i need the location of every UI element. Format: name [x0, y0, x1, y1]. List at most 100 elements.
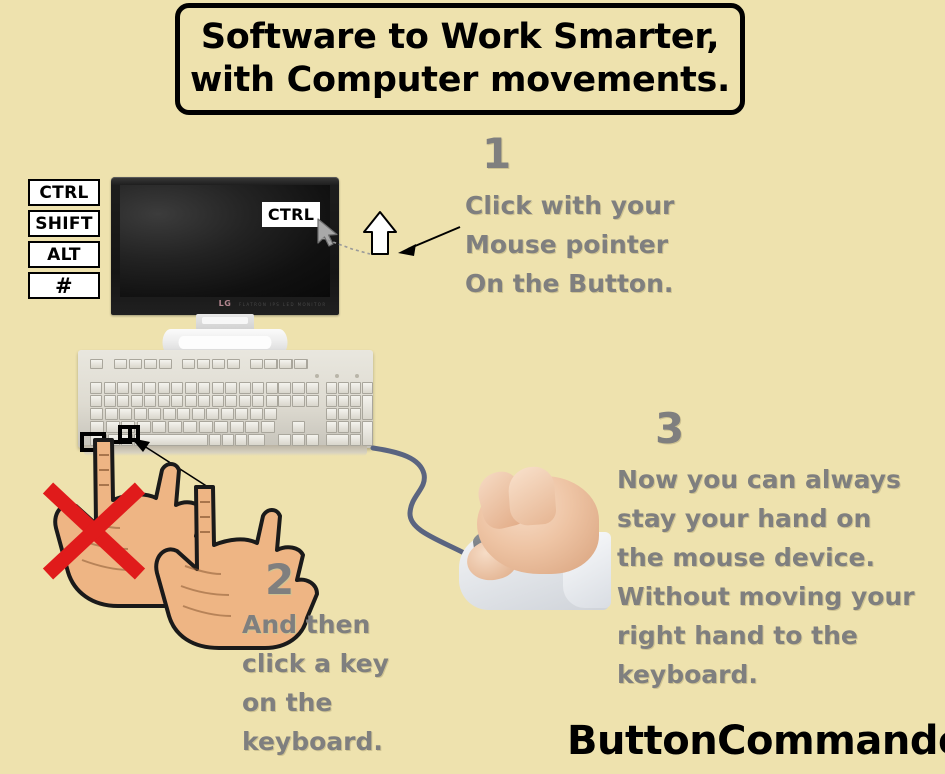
keyboard-key-numpad-enter[interactable]: [362, 421, 373, 446]
key-chip-alt[interactable]: ALT: [28, 241, 100, 268]
keyboard-key[interactable]: [171, 395, 183, 407]
keyboard-key[interactable]: [152, 421, 166, 433]
keyboard-key[interactable]: [183, 421, 197, 433]
keyboard-key[interactable]: [144, 382, 156, 394]
keyboard-key[interactable]: [184, 395, 197, 407]
keyboard-key[interactable]: [119, 408, 132, 420]
keyboard-key[interactable]: [264, 408, 277, 420]
keyboard-key[interactable]: [206, 408, 219, 420]
keyboard-key[interactable]: [103, 382, 116, 394]
keyboard-key[interactable]: [184, 382, 197, 394]
keyboard-key[interactable]: [171, 382, 183, 394]
keyboard-key[interactable]: [214, 421, 228, 433]
keyboard-key-numpad[interactable]: [338, 395, 349, 407]
keyboard-key[interactable]: [265, 395, 278, 407]
key-chip-shift[interactable]: SHIFT: [28, 210, 100, 237]
keyboard-key[interactable]: [235, 408, 248, 420]
keyboard-key-syskey[interactable]: [264, 359, 277, 369]
keyboard-key-ctrl-left[interactable]: [90, 434, 107, 446]
keyboard-key-function[interactable]: [114, 359, 127, 369]
keyboard-key-nav[interactable]: [278, 382, 291, 394]
keyboard-key[interactable]: [148, 408, 161, 420]
keyboard-key[interactable]: [90, 421, 104, 433]
keyboard-key[interactable]: [105, 421, 120, 433]
keyboard-key-nav[interactable]: [292, 382, 305, 394]
keyboard-key-alt-left[interactable]: [121, 434, 133, 446]
keyboard-key[interactable]: [177, 408, 190, 420]
key-chip-hash[interactable]: #: [28, 272, 100, 299]
keyboard-key[interactable]: [144, 395, 156, 407]
keyboard-key-numpad[interactable]: [326, 395, 337, 407]
keyboard-key[interactable]: [198, 382, 210, 394]
keyboard-key-win-left[interactable]: [108, 434, 120, 446]
keyboard-key[interactable]: [90, 382, 102, 394]
keyboard-key-function[interactable]: [182, 359, 195, 369]
keyboard-key-numpad[interactable]: [338, 408, 349, 420]
keyboard-key-arrow-down[interactable]: [292, 434, 305, 446]
keyboard-key[interactable]: [103, 395, 116, 407]
keyboard-key-numpad-zero[interactable]: [326, 434, 349, 446]
keyboard-key-arrow-left[interactable]: [278, 434, 291, 446]
keyboard-key-syskey[interactable]: [279, 359, 292, 369]
keyboard-key[interactable]: [198, 421, 213, 433]
keyboard-key-function[interactable]: [129, 359, 142, 369]
keyboard-key[interactable]: [198, 395, 210, 407]
keyboard-key-menu[interactable]: [235, 434, 247, 446]
keyboard-key-numpad[interactable]: [338, 421, 349, 433]
keyboard-key[interactable]: [245, 421, 259, 433]
keyboard-key[interactable]: [117, 395, 129, 407]
keyboard-key-numpad[interactable]: [362, 382, 373, 394]
keyboard-key-esc[interactable]: [90, 359, 103, 369]
keyboard-key[interactable]: [238, 382, 251, 394]
keyboard-key-function[interactable]: [212, 359, 225, 369]
keyboard-key-numpad[interactable]: [326, 421, 337, 433]
keyboard-key-nav[interactable]: [278, 395, 291, 407]
keyboard-key-function[interactable]: [144, 359, 157, 369]
keyboard-key[interactable]: [90, 395, 102, 407]
keyboard-key[interactable]: [136, 421, 151, 433]
onscreen-ctrl-button[interactable]: CTRL: [262, 202, 320, 227]
keyboard-key[interactable]: [265, 382, 278, 394]
keyboard-key-numpad[interactable]: [350, 421, 361, 433]
keyboard-key[interactable]: [104, 408, 118, 420]
keyboard-key-numpad-plus[interactable]: [362, 395, 373, 420]
keyboard-key-arrow-right[interactable]: [306, 434, 319, 446]
keyboard-key-function[interactable]: [159, 359, 172, 369]
keyboard-key-numpad-dot[interactable]: [350, 434, 361, 446]
keyboard-key-syskey[interactable]: [294, 359, 307, 369]
keyboard-key-arrow-up[interactable]: [292, 421, 305, 433]
keyboard-key-function[interactable]: [227, 359, 240, 369]
keyboard-key[interactable]: [121, 421, 135, 433]
keyboard-key-numpad[interactable]: [350, 395, 361, 407]
keyboard-key-numpad[interactable]: [326, 408, 337, 420]
keyboard-key[interactable]: [90, 408, 103, 420]
keyboard-key[interactable]: [157, 382, 170, 394]
keyboard-key[interactable]: [117, 382, 129, 394]
keyboard-key-numpad[interactable]: [326, 382, 337, 394]
key-chip-ctrl[interactable]: CTRL: [28, 179, 100, 206]
keyboard-key-nav[interactable]: [306, 382, 319, 394]
keyboard-key[interactable]: [229, 421, 244, 433]
keyboard-key[interactable]: [249, 408, 263, 420]
keyboard-key-win-right[interactable]: [222, 434, 234, 446]
keyboard-key-alt-right[interactable]: [209, 434, 221, 446]
keyboard-key[interactable]: [157, 395, 170, 407]
keyboard-key[interactable]: [191, 408, 205, 420]
keyboard-key[interactable]: [238, 395, 251, 407]
keyboard-key[interactable]: [130, 395, 143, 407]
keyboard-key[interactable]: [133, 408, 147, 420]
keyboard-key-function[interactable]: [197, 359, 210, 369]
keyboard-key-nav[interactable]: [306, 395, 319, 407]
keyboard-key[interactable]: [225, 395, 237, 407]
keyboard-key[interactable]: [167, 421, 182, 433]
keyboard-key-nav[interactable]: [292, 395, 305, 407]
keyboard-key[interactable]: [130, 382, 143, 394]
keyboard-key[interactable]: [225, 382, 237, 394]
keyboard-key-numpad[interactable]: [350, 408, 361, 420]
keyboard-key-numpad[interactable]: [350, 382, 361, 394]
keyboard-key[interactable]: [220, 408, 234, 420]
keyboard-key-ctrl-right[interactable]: [248, 434, 265, 446]
keyboard-key-space[interactable]: [134, 434, 208, 446]
keyboard-key[interactable]: [252, 382, 264, 394]
keyboard-key[interactable]: [162, 408, 176, 420]
